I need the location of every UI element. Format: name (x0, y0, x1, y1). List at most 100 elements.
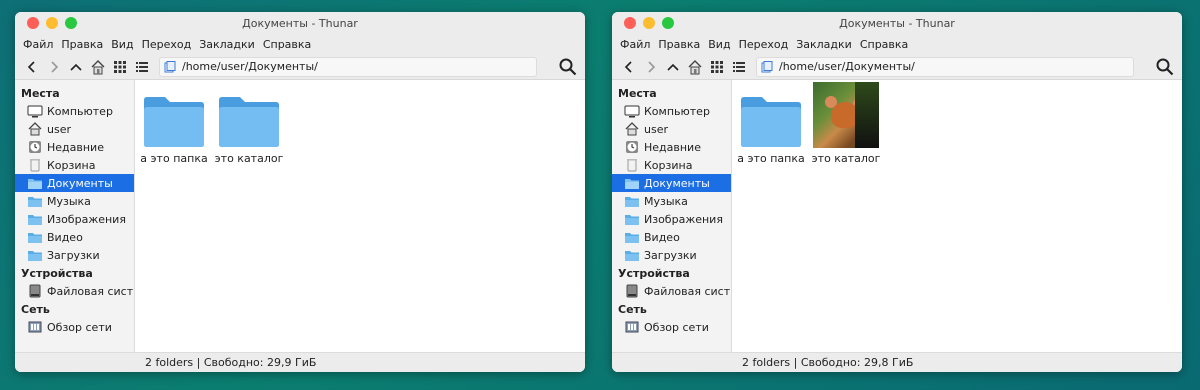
location-bar[interactable]: /home/user/Документы/ (159, 56, 537, 77)
file-item[interactable]: а это папка (734, 86, 808, 165)
file-item[interactable]: это каталог (212, 86, 286, 165)
clock-icon (624, 140, 640, 154)
network-icon (624, 320, 640, 334)
home-icon (688, 59, 702, 74)
sidebar-item-filesystem[interactable]: Файловая сист… (15, 282, 134, 300)
file-view[interactable]: а это папка это каталог (135, 80, 585, 352)
location-path[interactable]: /home/user/Документы/ (182, 60, 318, 73)
list-view-button[interactable] (131, 56, 153, 78)
list-view-button[interactable] (728, 56, 750, 78)
sidebar-item-videos[interactable]: Видео (612, 228, 731, 246)
location-bar[interactable]: /home/user/Документы/ (756, 56, 1134, 77)
menu-edit[interactable]: Правка (57, 38, 107, 51)
close-window-button[interactable] (27, 17, 39, 29)
image-thumbnail-icon (813, 82, 879, 148)
path-folder-icon (761, 60, 775, 74)
back-button[interactable] (618, 56, 640, 78)
toolbar: /home/user/Документы/ (15, 54, 585, 80)
title-bar[interactable]: Документы - Thunar (15, 12, 585, 34)
sidebar-item-documents[interactable]: Документы (612, 174, 731, 192)
folder-icon (141, 86, 207, 148)
folder-icon (624, 176, 640, 190)
drive-icon (27, 284, 43, 298)
folder-downloads-icon (624, 248, 640, 262)
computer-icon (624, 104, 640, 118)
chevron-left-icon (624, 60, 632, 73)
icon-view-button[interactable] (706, 56, 728, 78)
chevron-up-icon (667, 63, 679, 71)
file-item[interactable]: это каталог (809, 82, 883, 165)
trash-icon (27, 158, 43, 172)
menu-view[interactable]: Вид (107, 38, 137, 51)
search-button[interactable] (557, 56, 579, 78)
menu-go[interactable]: Переход (735, 38, 793, 51)
list-icon (136, 61, 148, 72)
menu-go[interactable]: Переход (138, 38, 196, 51)
sidebar-item-music[interactable]: Музыка (612, 192, 731, 210)
parent-folder-button[interactable] (662, 56, 684, 78)
sidebar-item-computer[interactable]: Компьютер (15, 102, 134, 120)
minimize-window-button[interactable] (46, 17, 58, 29)
location-path[interactable]: /home/user/Документы/ (779, 60, 915, 73)
sidebar-header-network: Сеть (618, 302, 647, 316)
forward-button[interactable] (43, 56, 65, 78)
file-name: это каталог (214, 152, 284, 165)
chevron-left-icon (27, 60, 35, 73)
menu-bookmarks[interactable]: Закладки (792, 38, 856, 51)
sidebar-item-pictures[interactable]: Изображения (15, 210, 134, 228)
forward-button[interactable] (640, 56, 662, 78)
home-button[interactable] (684, 56, 706, 78)
search-icon (559, 58, 577, 75)
window-title: Документы - Thunar (242, 16, 358, 30)
menu-bookmarks[interactable]: Закладки (195, 38, 259, 51)
window-title: Документы - Thunar (839, 16, 955, 30)
sidebar: Места Компьютер user Недавние Корзина До… (612, 80, 732, 352)
grid-icon (711, 60, 723, 73)
menu-help[interactable]: Справка (259, 38, 315, 51)
folder-icon (27, 176, 43, 190)
home-button[interactable] (87, 56, 109, 78)
sidebar-item-user[interactable]: user (15, 120, 134, 138)
sidebar-item-browse-network[interactable]: Обзор сети (15, 318, 134, 336)
clock-icon (27, 140, 43, 154)
file-manager-window-1: Документы - Thunar Файл Правка Вид Перех… (15, 12, 585, 372)
menu-edit[interactable]: Правка (654, 38, 704, 51)
file-item[interactable]: а это папка (137, 86, 211, 165)
sidebar-item-filesystem[interactable]: Файловая сист… (612, 282, 731, 300)
title-bar[interactable]: Документы - Thunar (612, 12, 1182, 34)
sidebar-item-trash[interactable]: Корзина (612, 156, 731, 174)
parent-folder-button[interactable] (65, 56, 87, 78)
sidebar-item-documents[interactable]: Документы (15, 174, 134, 192)
status-bar: 2 folders | Свободно: 29,8 ГиБ (612, 352, 1182, 372)
menu-view[interactable]: Вид (704, 38, 734, 51)
sidebar-item-browse-network[interactable]: Обзор сети (612, 318, 731, 336)
sidebar-item-videos[interactable]: Видео (15, 228, 134, 246)
sidebar-item-trash[interactable]: Корзина (15, 156, 134, 174)
folder-downloads-icon (27, 248, 43, 262)
search-button[interactable] (1154, 56, 1176, 78)
network-icon (27, 320, 43, 334)
sidebar-item-computer[interactable]: Компьютер (612, 102, 731, 120)
sidebar-item-downloads[interactable]: Загрузки (15, 246, 134, 264)
sidebar-header-places: Места (618, 86, 657, 100)
sidebar-item-recent[interactable]: Недавние (612, 138, 731, 156)
sidebar-item-music[interactable]: Музыка (15, 192, 134, 210)
menu-file[interactable]: Файл (616, 38, 654, 51)
sidebar-item-downloads[interactable]: Загрузки (612, 246, 731, 264)
minimize-window-button[interactable] (643, 17, 655, 29)
file-view[interactable]: а это папка это каталог (732, 80, 1182, 352)
menu-help[interactable]: Справка (856, 38, 912, 51)
maximize-window-button[interactable] (65, 17, 77, 29)
sidebar-item-pictures[interactable]: Изображения (612, 210, 731, 228)
maximize-window-button[interactable] (662, 17, 674, 29)
folder-music-icon (624, 194, 640, 208)
chevron-up-icon (70, 63, 82, 71)
menu-file[interactable]: Файл (19, 38, 57, 51)
icon-view-button[interactable] (109, 56, 131, 78)
sidebar-item-user[interactable]: user (612, 120, 731, 138)
file-name: это каталог (811, 152, 881, 165)
back-button[interactable] (21, 56, 43, 78)
file-manager-window-2: Документы - Thunar Файл Правка Вид Перех… (612, 12, 1182, 372)
close-window-button[interactable] (624, 17, 636, 29)
sidebar-item-recent[interactable]: Недавние (15, 138, 134, 156)
